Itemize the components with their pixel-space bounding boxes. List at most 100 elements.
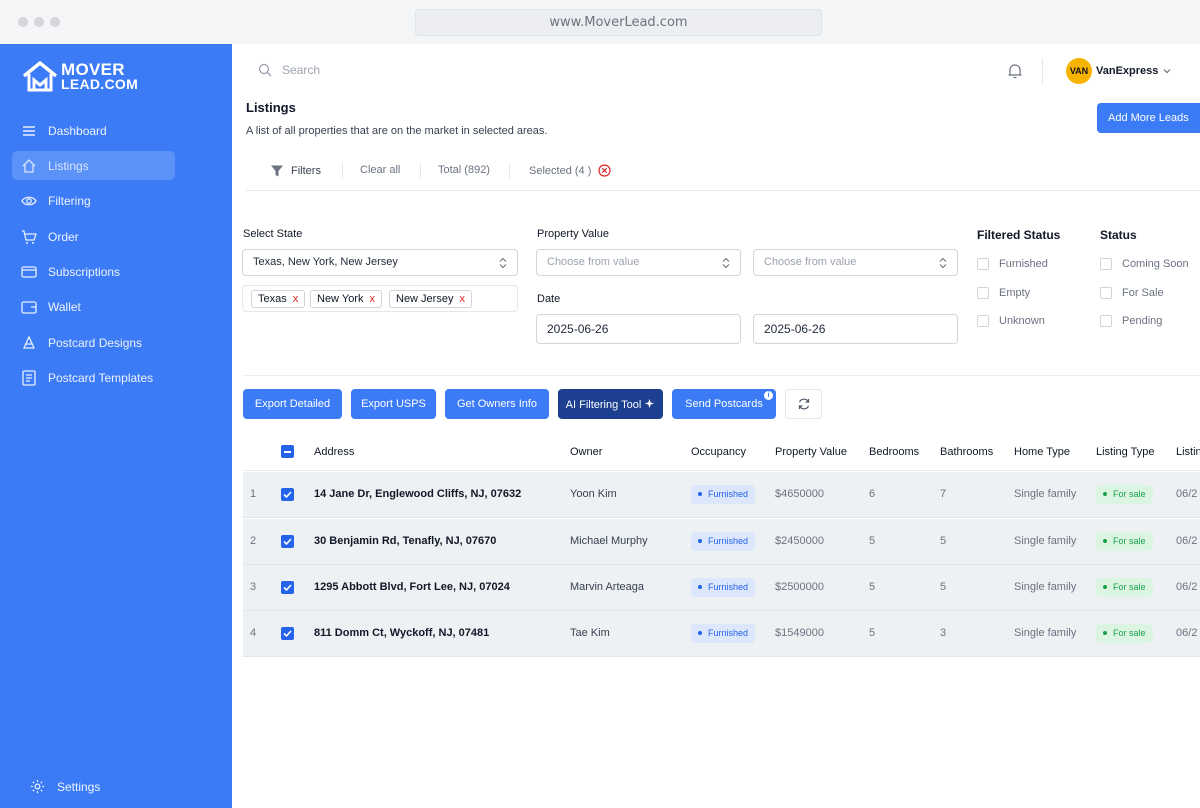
select-all-checkbox[interactable] (281, 445, 294, 458)
sidebar-item-filtering[interactable]: Filtering (12, 186, 175, 215)
export-detailed-button[interactable]: Export Detailed (243, 389, 342, 419)
clear-all-link[interactable]: Clear all (360, 164, 400, 176)
ai-filtering-tool-button[interactable]: AI Filtering Tool (558, 389, 663, 419)
check-icon (283, 538, 292, 546)
row-checkbox[interactable] (281, 488, 294, 501)
search-placeholder: Search (282, 63, 321, 77)
chevron-down-icon[interactable] (1162, 66, 1172, 76)
sidebar-item-postcard-templates[interactable]: Postcard Templates (12, 363, 175, 392)
row-checkbox[interactable] (281, 535, 294, 548)
bathrooms-cell: 5 (940, 535, 947, 547)
sidebar-item-settings[interactable]: Settings (30, 779, 100, 794)
column-header[interactable]: Bedrooms (869, 446, 919, 458)
column-header[interactable]: Listin (1176, 446, 1200, 458)
filters-toggle[interactable]: Filters (270, 164, 321, 178)
checkbox-label: Empty (999, 287, 1031, 299)
row-checkbox[interactable] (281, 581, 294, 594)
add-more-leads-button[interactable]: Add More Leads (1097, 103, 1200, 133)
clear-selection-icon[interactable] (598, 164, 611, 177)
get-owners-info-button[interactable]: Get Owners Info (445, 389, 549, 419)
chip-texas: Texas x (251, 290, 306, 308)
column-header[interactable]: Occupancy (691, 446, 746, 458)
address-cell[interactable]: 811 Domm Ct, Wyckoff, NJ, 07481 (314, 627, 489, 639)
column-header[interactable]: Home Type (1014, 446, 1070, 458)
search-input[interactable]: Search (258, 63, 320, 77)
checkbox-box[interactable] (1100, 258, 1112, 270)
column-header[interactable]: Property Value (775, 446, 847, 458)
export-usps-button[interactable]: Export USPS (351, 389, 436, 419)
filter-separator (509, 163, 510, 179)
table-row[interactable]: 4 811 Domm Ct, Wyckoff, NJ, 07481 Tae Ki… (243, 611, 1200, 657)
date-to-input[interactable]: 2025-06-26 (753, 314, 958, 344)
sidebar-item-order[interactable]: Order (12, 222, 175, 251)
checkbox-unknown[interactable]: Unknown (977, 315, 1045, 327)
avatar[interactable]: VAN (1066, 58, 1092, 84)
date-cell: 06/2 (1176, 535, 1198, 547)
listing-type-badge: For sale (1096, 532, 1153, 551)
occupancy-badge: Furnished (691, 578, 756, 597)
window-dot-maximize[interactable] (50, 17, 60, 27)
sidebar-item-label: Postcard Designs (48, 335, 143, 350)
sidebar-item-wallet[interactable]: Wallet (12, 292, 175, 321)
state-select[interactable]: Texas, New York, New Jersey (242, 249, 518, 276)
table-row[interactable]: 2 30 Benjamin Rd, Tenafly, NJ, 07670 Mic… (243, 519, 1200, 565)
address-cell[interactable]: 30 Benjamin Rd, Tenafly, NJ, 07670 (314, 535, 496, 547)
date-from-input[interactable]: 2025-06-26 (536, 314, 741, 344)
value-to-select[interactable]: Choose from value (753, 249, 958, 276)
column-header[interactable]: Address (314, 446, 354, 458)
send-postcards-button[interactable]: Send Postcards i (672, 389, 776, 419)
palette-icon (20, 334, 38, 352)
sidebar-item-subscriptions[interactable]: Subscriptions (12, 257, 175, 286)
table-row[interactable]: 1 14 Jane Dr, Englewood Cliffs, NJ, 0763… (243, 472, 1200, 518)
address-cell[interactable]: 1295 Abbott Blvd, Fort Lee, NJ, 07024 (314, 581, 510, 593)
address-cell[interactable]: 14 Jane Dr, Englewood Cliffs, NJ, 07632 (314, 488, 521, 500)
checkbox-box[interactable] (977, 258, 989, 270)
checkbox-box[interactable] (977, 315, 989, 327)
table-row[interactable]: 3 1295 Abbott Blvd, Fort Lee, NJ, 07024 … (243, 565, 1200, 611)
bedrooms-cell: 5 (869, 535, 876, 547)
checkbox-box[interactable] (1100, 287, 1112, 299)
checkbox-furnished[interactable]: Furnished (977, 258, 1048, 270)
funnel-icon (271, 165, 283, 177)
column-header[interactable]: Owner (570, 446, 602, 458)
refresh-icon (798, 398, 809, 410)
gear-icon (30, 779, 45, 794)
chip-remove-icon[interactable]: x (459, 293, 465, 305)
column-header[interactable]: Bathrooms (940, 446, 993, 458)
user-name[interactable]: VanExpress (1096, 65, 1158, 77)
brand-line-1: MOVER (61, 60, 125, 79)
menu-icon (20, 122, 38, 140)
sidebar-item-listings[interactable]: Listings (12, 151, 175, 180)
chip-new-york: New York x (310, 290, 382, 308)
checkbox-pending[interactable]: Pending (1100, 315, 1162, 327)
sidebar-item-postcard-designs[interactable]: Postcard Designs (12, 328, 175, 357)
value-cell: $2450000 (775, 535, 824, 547)
url-bar[interactable]: www.MoverLead.com (415, 9, 822, 36)
brand-text: MOVER LEAD.COM (61, 60, 138, 91)
eye-icon (20, 192, 38, 210)
sidebar-item-dashboard[interactable]: Dashboard (12, 116, 175, 145)
chip-remove-icon[interactable]: x (369, 293, 375, 305)
window-dot-close[interactable] (18, 17, 28, 27)
updown-chevron-icon (499, 257, 507, 269)
sidebar-item-label: Wallet (48, 299, 81, 314)
listing-type-badge: For sale (1096, 578, 1153, 597)
refresh-button[interactable] (785, 389, 822, 419)
bedrooms-cell: 6 (869, 488, 876, 500)
column-header[interactable]: Listing Type (1096, 446, 1155, 458)
chip-remove-icon[interactable]: x (293, 293, 299, 305)
filters-label: Filters (291, 165, 321, 177)
row-checkbox[interactable] (281, 627, 294, 640)
value-from-select[interactable]: Choose from value (536, 249, 741, 276)
row-number: 1 (250, 488, 257, 500)
filtered-status-label: Filtered Status (977, 228, 1061, 242)
chip-label: New York (317, 293, 364, 305)
checkbox-coming-soon[interactable]: Coming Soon (1100, 258, 1189, 270)
checkbox-empty[interactable]: Empty (977, 287, 1030, 299)
checkbox-box[interactable] (977, 287, 989, 299)
checkbox-box[interactable] (1100, 315, 1112, 327)
date-label: Date (537, 293, 561, 305)
bell-icon[interactable] (1006, 62, 1024, 80)
checkbox-for-sale[interactable]: For Sale (1100, 287, 1164, 299)
window-dot-minimize[interactable] (34, 17, 44, 27)
